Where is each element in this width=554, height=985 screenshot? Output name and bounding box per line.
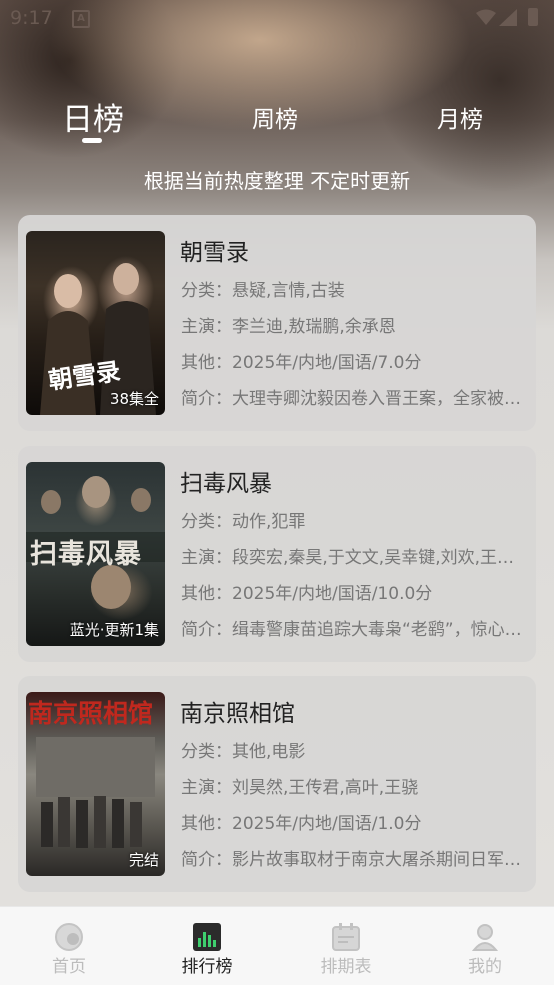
status-time: 9:17	[10, 7, 53, 29]
poster-image: 朝雪录 38集全	[26, 231, 165, 415]
item-title: 南京照相馆	[180, 701, 295, 727]
item-category: 分类：悬疑,言情,古装	[181, 281, 345, 301]
wifi-icon	[476, 9, 496, 25]
item-category: 分类：其他,电影	[181, 742, 306, 762]
item-title: 扫毒风暴	[180, 471, 272, 497]
notification-icon: A	[72, 10, 90, 28]
tab-active-indicator	[82, 138, 102, 143]
battery-icon	[528, 8, 538, 26]
nav-home[interactable]: 首页	[0, 907, 138, 985]
bottom-navigation: 首页 排行榜 排期表 我的	[0, 906, 554, 985]
item-other: 其他：2025年/内地/国语/10.0分	[181, 584, 433, 604]
ranking-icon	[193, 923, 221, 951]
tab-weekly[interactable]: 周榜	[252, 100, 298, 134]
item-title: 朝雪录	[180, 240, 249, 266]
nav-schedule[interactable]: 排期表	[277, 907, 415, 985]
tab-daily[interactable]: 日榜	[62, 94, 124, 139]
nav-profile[interactable]: 我的	[416, 907, 554, 985]
episode-badge: 38集全	[109, 390, 159, 408]
list-item[interactable]: 南京照相馆 完结 南京照相馆 分类：其他,电影 主演：刘昊然,王传君,高叶,王骁…	[18, 676, 536, 892]
status-bar: 9:17 A	[0, 0, 554, 36]
poster-image: 南京照相馆 完结	[26, 692, 165, 876]
tab-monthly[interactable]: 月榜	[437, 100, 483, 134]
signal-icon	[499, 9, 517, 26]
ranking-subtitle: 根据当前热度整理 不定时更新	[143, 169, 411, 193]
ranking-tabs: 日榜 周榜 月榜	[0, 90, 554, 150]
nav-ranking-label: 排行榜	[181, 957, 233, 977]
item-other: 其他：2025年/内地/国语/1.0分	[181, 814, 422, 834]
poster-title-art: 扫毒风暴	[30, 539, 142, 570]
schedule-icon	[332, 923, 360, 951]
item-category: 分类：动作,犯罪	[181, 512, 306, 532]
item-intro: 简介：影片故事取材于南京大屠杀期间日军真实罪行	[181, 850, 528, 870]
nav-ranking[interactable]: 排行榜	[138, 907, 276, 985]
item-cast: 主演：李兰迪,敖瑞鹏,余承恩	[181, 317, 396, 337]
item-intro: 简介：缉毒警康苗追踪大毒枭“老鹞”，惊心动魄	[181, 620, 528, 640]
item-cast: 主演：刘昊然,王传君,高叶,王骁	[181, 778, 419, 798]
item-cast: 主演：段奕宏,秦昊,于文文,吴幸键,刘欢,王劲松	[181, 548, 528, 568]
nav-schedule-label: 排期表	[320, 957, 372, 977]
item-other: 其他：2025年/内地/国语/7.0分	[181, 353, 422, 373]
item-intro: 简介：大理寺卿沈毅因卷入晋王案，全家被下狱流放	[181, 389, 528, 409]
nav-profile-label: 我的	[468, 957, 502, 977]
episode-badge: 蓝光·更新1集	[69, 621, 159, 639]
nav-home-label: 首页	[52, 957, 86, 977]
episode-badge: 完结	[128, 851, 159, 869]
profile-icon	[471, 924, 499, 951]
list-item[interactable]: 朝雪录 38集全 朝雪录 分类：悬疑,言情,古装 主演：李兰迪,敖瑞鹏,余承恩 …	[18, 215, 536, 431]
poster-image: 扫毒风暴 蓝光·更新1集	[26, 462, 165, 646]
list-item[interactable]: 扫毒风暴 蓝光·更新1集 扫毒风暴 分类：动作,犯罪 主演：段奕宏,秦昊,于文文…	[18, 446, 536, 662]
poster-title-art: 南京照相馆	[28, 699, 154, 728]
home-icon	[55, 923, 83, 951]
